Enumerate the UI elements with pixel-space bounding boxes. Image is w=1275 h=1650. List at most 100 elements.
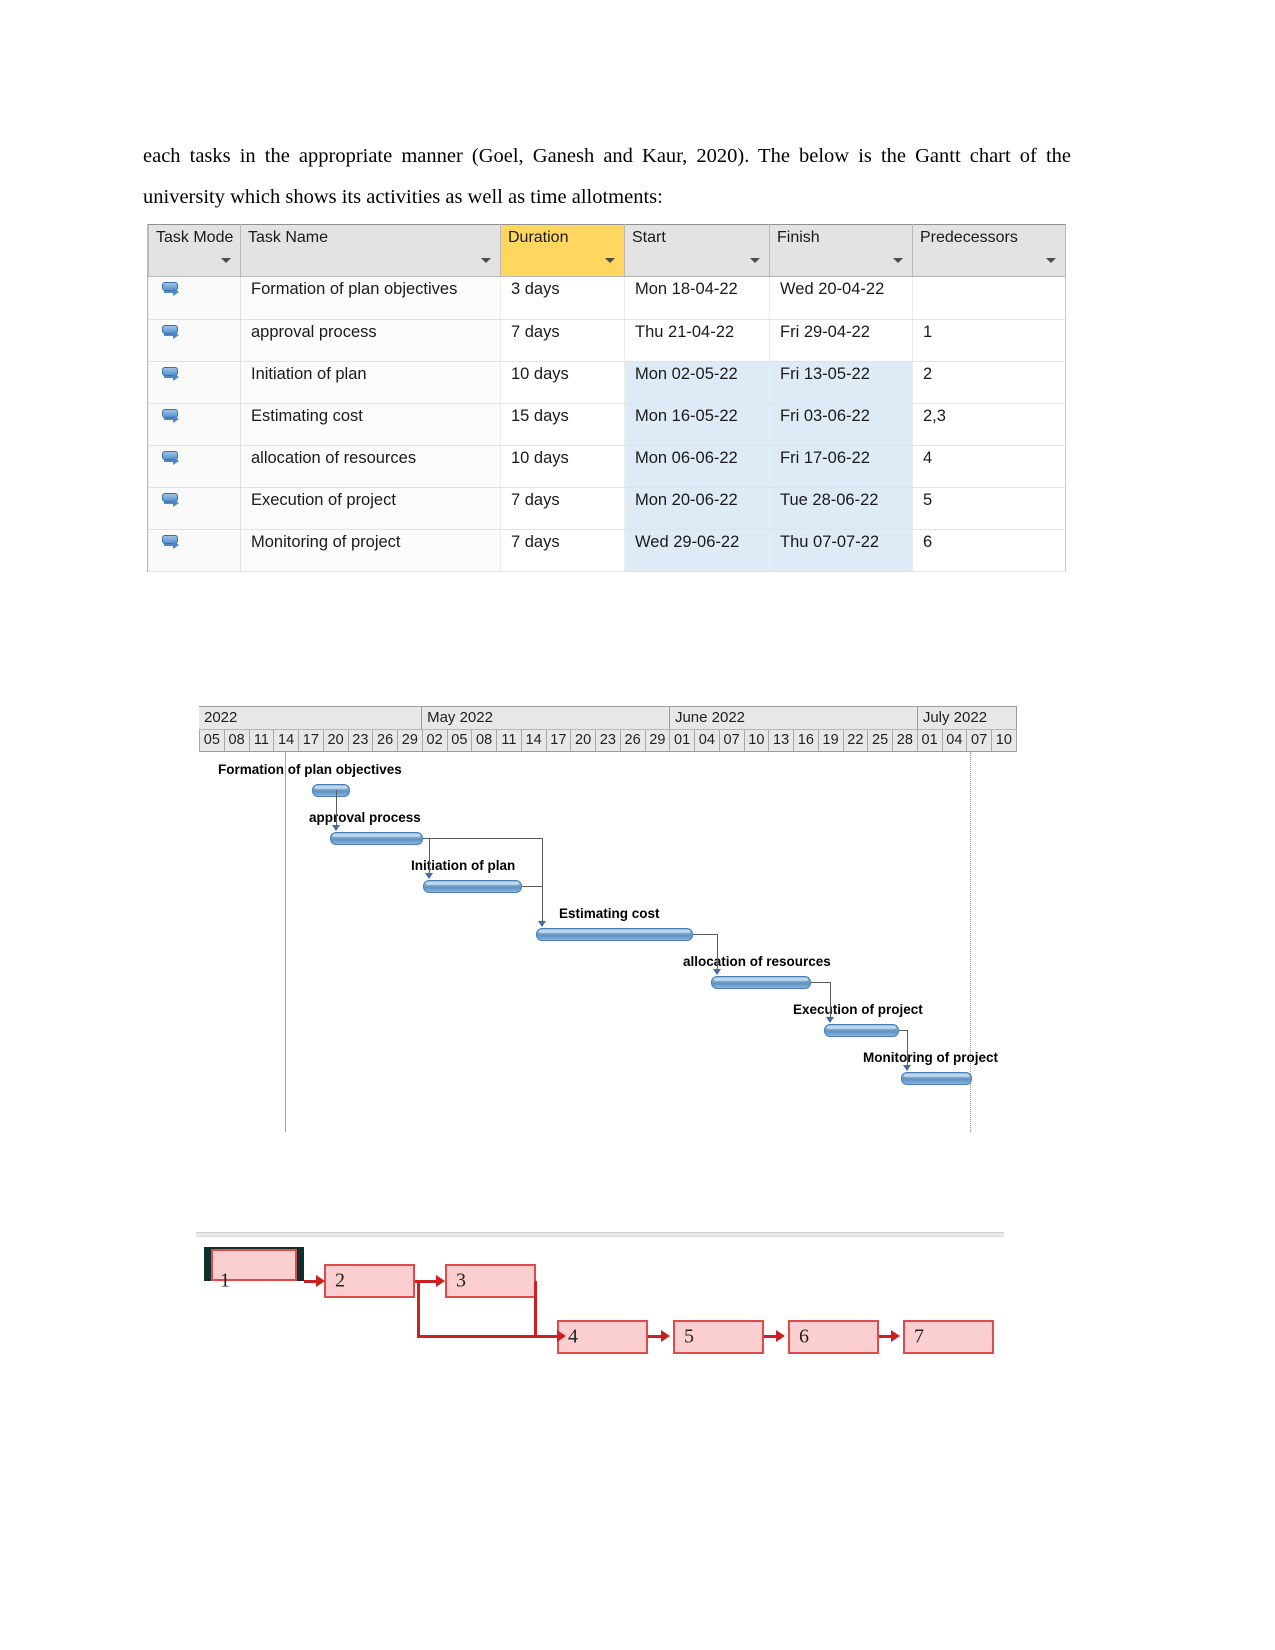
- table-row[interactable]: Monitoring of project 7 days Wed 29-06-22 T…: [148, 529, 1066, 572]
- network-diagram: 1 2 3 4 5 6 7: [196, 1232, 1006, 1367]
- table-row[interactable]: Execution of project 7 days Mon 20-06-22 Tu…: [148, 487, 1066, 530]
- cell-start[interactable]: Mon 16-05-22: [624, 403, 770, 446]
- cell-start[interactable]: Mon 20-06-22: [624, 487, 770, 530]
- cell-finish[interactable]: Wed 20-04-22: [769, 276, 913, 320]
- cell-start[interactable]: Mon 06-06-22: [624, 445, 770, 488]
- gantt-day-tick: 02: [423, 730, 448, 751]
- filter-caret-icon[interactable]: [750, 258, 760, 263]
- cell-finish[interactable]: Thu 07-07-22: [769, 529, 913, 572]
- filter-caret-icon[interactable]: [893, 258, 903, 263]
- cell-task-mode[interactable]: [148, 319, 241, 362]
- cell-start[interactable]: Thu 21-04-22: [624, 319, 770, 362]
- column-header-task-name[interactable]: Task Name: [240, 224, 501, 277]
- cell-finish[interactable]: Tue 28-06-22: [769, 487, 913, 530]
- gantt-day-tick: 01: [918, 730, 943, 751]
- gantt-bar-label: Formation of plan objectives: [218, 762, 402, 777]
- filter-caret-icon[interactable]: [221, 258, 231, 263]
- table-row[interactable]: Estimating cost 15 days Mon 16-05-22 Fri 03…: [148, 403, 1066, 446]
- gantt-today-line: [285, 752, 286, 1132]
- filter-caret-icon[interactable]: [1046, 258, 1056, 263]
- gantt-bar[interactable]: [711, 976, 811, 989]
- cell-duration[interactable]: 10 days: [500, 361, 625, 404]
- gantt-day-tick: 20: [324, 730, 349, 751]
- network-link-arrow: [316, 1275, 325, 1287]
- network-node-6[interactable]: 6: [788, 1320, 879, 1354]
- cell-finish[interactable]: Fri 13-05-22: [769, 361, 913, 404]
- column-header-duration[interactable]: Duration: [500, 224, 625, 277]
- cell-task-name[interactable]: Monitoring of project: [240, 529, 501, 572]
- gantt-link: [336, 790, 337, 826]
- gantt-bar[interactable]: [423, 880, 522, 893]
- cell-task-name[interactable]: Estimating cost: [240, 403, 501, 446]
- cell-task-name[interactable]: approval process: [240, 319, 501, 362]
- gantt-body: Formation of plan objectives approval pro…: [199, 752, 1017, 1132]
- filter-caret-icon[interactable]: [481, 258, 491, 263]
- cell-predecessors[interactable]: 6: [912, 529, 1066, 572]
- cell-start[interactable]: Mon 18-04-22: [624, 276, 770, 320]
- cell-task-mode[interactable]: [148, 361, 241, 404]
- network-node-7[interactable]: 7: [903, 1320, 994, 1354]
- gantt-day-tick: 26: [621, 730, 646, 751]
- cell-start[interactable]: Wed 29-06-22: [624, 529, 770, 572]
- cell-duration[interactable]: 7 days: [500, 529, 625, 572]
- cell-task-name[interactable]: Formation of plan objectives: [240, 276, 501, 320]
- cell-predecessors[interactable]: 4: [912, 445, 1066, 488]
- cell-task-mode[interactable]: [148, 276, 241, 320]
- gantt-bar[interactable]: [901, 1072, 972, 1085]
- cell-task-mode[interactable]: [148, 487, 241, 530]
- cell-predecessors[interactable]: 5: [912, 487, 1066, 530]
- gantt-day-tick: 10: [745, 730, 770, 751]
- network-node-3[interactable]: 3: [445, 1264, 536, 1298]
- gantt-month-2: May 2022: [422, 707, 670, 729]
- cell-finish[interactable]: Fri 17-06-22: [769, 445, 913, 488]
- cell-start[interactable]: Mon 02-05-22: [624, 361, 770, 404]
- gantt-day-tick: 11: [497, 730, 522, 751]
- column-header-finish[interactable]: Finish: [769, 224, 913, 277]
- gantt-day-tick: 04: [943, 730, 968, 751]
- cell-duration[interactable]: 3 days: [500, 276, 625, 320]
- cell-duration[interactable]: 7 days: [500, 487, 625, 530]
- column-header-predecessors[interactable]: Predecessors: [912, 224, 1066, 277]
- gantt-bar[interactable]: [330, 832, 423, 845]
- gantt-link-arrow: [425, 873, 433, 879]
- cell-task-mode[interactable]: [148, 403, 241, 446]
- cell-task-name[interactable]: Initiation of plan: [240, 361, 501, 404]
- gantt-bar[interactable]: [824, 1024, 899, 1037]
- cell-finish[interactable]: Fri 03-06-22: [769, 403, 913, 446]
- column-header-start-label: Start: [632, 229, 666, 246]
- network-node-4[interactable]: 4: [557, 1320, 648, 1354]
- column-header-task-mode[interactable]: Task Mode: [148, 224, 241, 277]
- cell-duration[interactable]: 15 days: [500, 403, 625, 446]
- cell-duration[interactable]: 7 days: [500, 319, 625, 362]
- auto-schedule-icon: [161, 451, 183, 471]
- network-node-5[interactable]: 5: [673, 1320, 764, 1354]
- network-node-label: 1: [220, 1269, 230, 1292]
- filter-caret-icon[interactable]: [605, 258, 615, 263]
- cell-task-name[interactable]: Execution of project: [240, 487, 501, 530]
- cell-duration[interactable]: 10 days: [500, 445, 625, 488]
- gantt-day-tick: 14: [522, 730, 547, 751]
- table-row[interactable]: allocation of resources 10 days Mon 06-06-…: [148, 445, 1066, 488]
- gantt-link-arrow: [332, 825, 340, 831]
- network-node-label: 4: [568, 1325, 578, 1348]
- cell-task-name[interactable]: allocation of resources: [240, 445, 501, 488]
- column-header-start[interactable]: Start: [624, 224, 770, 277]
- network-node-label: 3: [456, 1269, 466, 1292]
- cell-task-mode[interactable]: [148, 529, 241, 572]
- cell-finish[interactable]: Fri 29-04-22: [769, 319, 913, 362]
- cell-predecessors[interactable]: [912, 276, 1066, 320]
- table-row[interactable]: approval process 7 days Thu 21-04-22 Fri 29…: [148, 319, 1066, 362]
- network-node-2[interactable]: 2: [324, 1264, 415, 1298]
- table-row[interactable]: Initiation of plan 10 days Mon 02-05-22 Fri…: [148, 361, 1066, 404]
- cell-predecessors[interactable]: 2,3: [912, 403, 1066, 446]
- gantt-link-arrow: [713, 969, 721, 975]
- gantt-bar[interactable]: [312, 784, 350, 797]
- gantt-link: [899, 1030, 907, 1031]
- gantt-bar[interactable]: [536, 928, 693, 941]
- network-node-1[interactable]: 1: [204, 1247, 304, 1298]
- cell-predecessors[interactable]: 2: [912, 361, 1066, 404]
- table-row[interactable]: Formation of plan objectives 3 days Mon 18…: [148, 276, 1066, 320]
- cell-predecessors[interactable]: 1: [912, 319, 1066, 362]
- gantt-day-tick: 04: [695, 730, 720, 751]
- cell-task-mode[interactable]: [148, 445, 241, 488]
